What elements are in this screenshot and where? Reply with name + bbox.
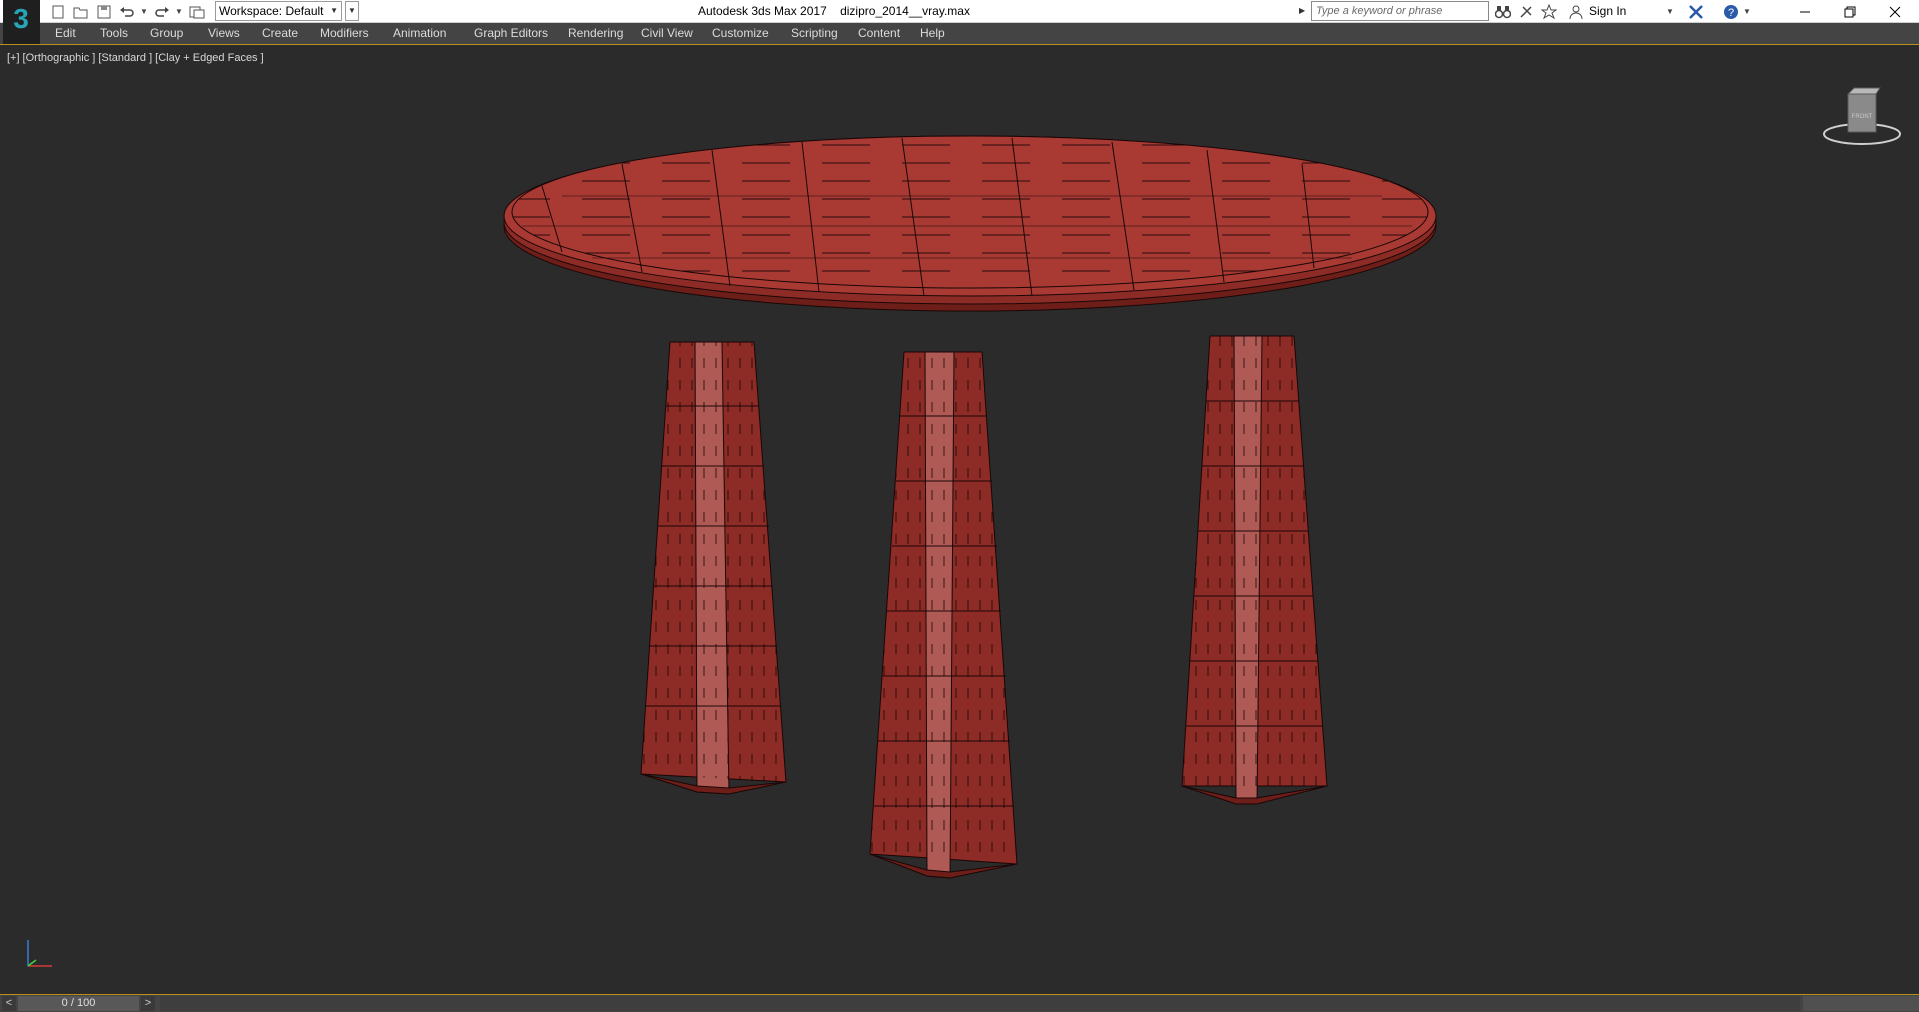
table-leg-right[interactable]: [1181, 335, 1328, 805]
menu-create[interactable]: Create: [262, 23, 298, 44]
logo-text: 3: [13, 3, 29, 34]
workspace-label: Workspace: Default: [219, 4, 324, 18]
file-name: dizipro_2014__vray.max: [840, 4, 970, 18]
menu-content[interactable]: Content: [858, 23, 900, 44]
menu-bar: Edit Tools Group Views Create Modifiers …: [0, 23, 1919, 45]
menu-tools[interactable]: Tools: [100, 23, 128, 44]
user-icon: [1566, 2, 1586, 21]
menu-rendering[interactable]: Rendering: [568, 23, 623, 44]
axis-tripod-icon: [20, 934, 60, 979]
menu-civil-view[interactable]: Civil View: [641, 23, 693, 44]
window-title: Autodesk 3ds Max 2017 dizipro_2014__vray…: [698, 0, 970, 23]
menu-edit[interactable]: Edit: [55, 23, 76, 44]
project-folder-icon[interactable]: [187, 2, 206, 21]
new-file-icon[interactable]: [48, 2, 67, 21]
chevron-down-icon: ▼: [330, 6, 338, 15]
exchange-apps-icon[interactable]: [1686, 2, 1706, 21]
app-title: Autodesk 3ds Max 2017: [698, 4, 827, 18]
open-file-icon[interactable]: [71, 2, 90, 21]
minimize-button[interactable]: [1782, 0, 1827, 23]
workspace-dropdown[interactable]: Workspace: Default ▼: [215, 1, 342, 21]
app-logo-icon[interactable]: 3: [3, 0, 40, 44]
search-input[interactable]: Type a keyword or phrase: [1311, 1, 1489, 21]
time-next-button[interactable]: >: [141, 996, 155, 1011]
menu-views[interactable]: Views: [208, 23, 240, 44]
viewcube[interactable]: FRONT: [1822, 84, 1902, 159]
menu-help[interactable]: Help: [920, 23, 945, 44]
viewcube-face-label: FRONT: [1852, 114, 1873, 120]
sign-in-dropdown-icon[interactable]: ▼: [1664, 2, 1676, 21]
time-slider[interactable]: 0 / 100: [18, 996, 139, 1011]
table-leg-left[interactable]: [640, 341, 787, 795]
menu-modifiers[interactable]: Modifiers: [320, 23, 369, 44]
help-icon[interactable]: ?: [1721, 2, 1741, 21]
menu-scripting[interactable]: Scripting: [791, 23, 838, 44]
search-expand-icon[interactable]: ▶: [1299, 3, 1309, 19]
time-prev-button[interactable]: <: [2, 996, 16, 1011]
title-bar: ▼ ▼ Workspace: Default ▼ ▼ Autodesk 3ds …: [0, 0, 1919, 23]
time-slider-bar: < 0 / 100 >: [0, 994, 1919, 1012]
menu-group[interactable]: Group: [150, 23, 183, 44]
help-dropdown-icon[interactable]: ▼: [1742, 2, 1752, 21]
redo-icon[interactable]: [152, 2, 171, 21]
timeline-track[interactable]: [160, 996, 1800, 1011]
undo-icon[interactable]: [117, 2, 136, 21]
undo-dropdown-icon[interactable]: ▼: [140, 2, 148, 21]
timeline-end-panel: [1803, 996, 1919, 1011]
redo-dropdown-icon[interactable]: ▼: [175, 2, 183, 21]
star-icon[interactable]: [1539, 2, 1559, 21]
viewport-front[interactable]: [+] [Orthographic ] [Standard ] [Clay + Edg…: [2, 46, 1917, 994]
menu-animation[interactable]: Animation: [393, 23, 446, 44]
sign-in-button[interactable]: Sign In: [1589, 0, 1626, 23]
communication-center-icon[interactable]: [1516, 2, 1536, 21]
close-button[interactable]: [1872, 0, 1917, 23]
quick-access-toolbar: ▼ ▼: [48, 2, 206, 21]
customize-qat-icon[interactable]: ▼: [345, 1, 359, 21]
menu-customize[interactable]: Customize: [712, 23, 769, 44]
table-leg-center[interactable]: [869, 351, 1018, 879]
menu-graph-editors[interactable]: Graph Editors: [474, 23, 548, 44]
table-model[interactable]: [2, 46, 1917, 994]
binoculars-icon[interactable]: [1493, 2, 1513, 21]
save-icon[interactable]: [94, 2, 113, 21]
svg-text:?: ?: [1728, 7, 1734, 19]
table-top[interactable]: [503, 135, 1437, 312]
restore-button[interactable]: [1827, 0, 1872, 23]
